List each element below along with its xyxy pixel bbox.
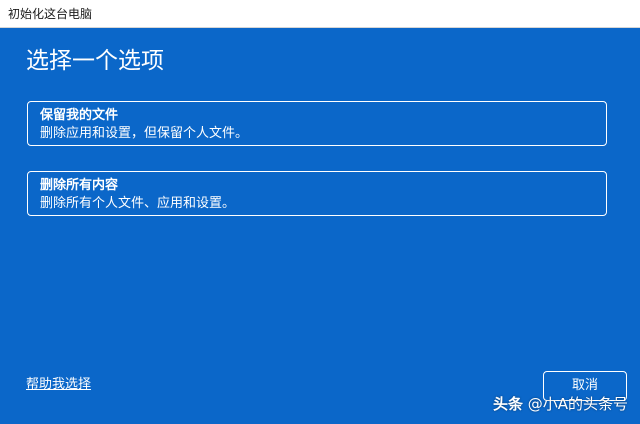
watermark-brand: 头条 — [492, 395, 523, 413]
watermark: 头条 @小A的头条号 — [493, 394, 628, 414]
page-title: 选择一个选项 — [26, 48, 164, 74]
title-bar: 初始化这台电脑 — [0, 0, 640, 28]
window-title: 初始化这台电脑 — [8, 7, 93, 21]
keep-my-files-option[interactable]: 保留我的文件 删除应用和设置，但保留个人文件。 — [27, 101, 607, 146]
reset-pc-dialog: 初始化这台电脑 选择一个选项 保留我的文件 删除应用和设置，但保留个人文件。 删… — [0, 0, 640, 424]
option-title: 删除所有内容 — [40, 178, 119, 193]
option-description: 删除所有个人文件、应用和设置。 — [40, 196, 236, 211]
option-title: 保留我的文件 — [40, 108, 119, 123]
help-me-choose-link[interactable]: 帮助我选择 — [26, 376, 91, 393]
watermark-handle: @小A的头条号 — [527, 395, 628, 413]
remove-everything-option[interactable]: 删除所有内容 删除所有个人文件、应用和设置。 — [27, 171, 607, 216]
option-description: 删除应用和设置，但保留个人文件。 — [40, 126, 249, 141]
